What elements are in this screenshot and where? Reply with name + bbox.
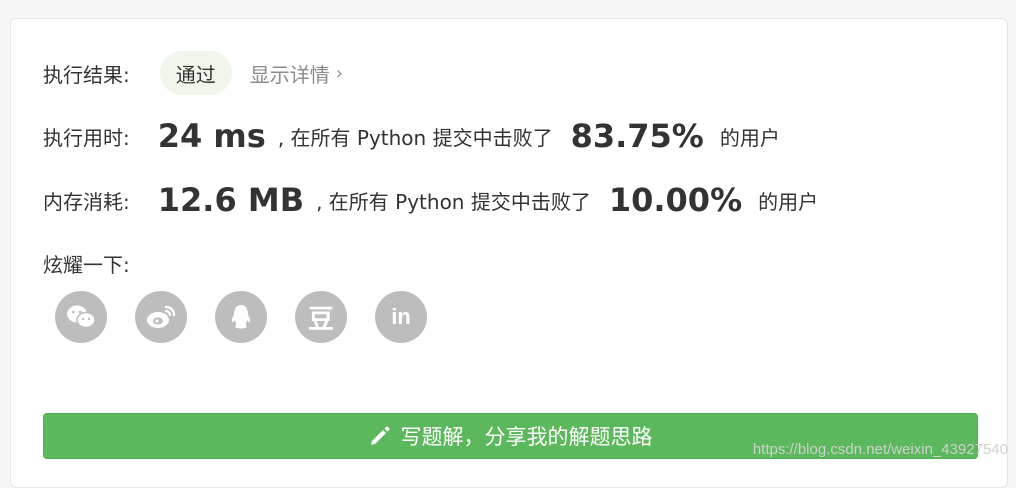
share-label: 炫耀一下: <box>43 253 130 277</box>
pencil-icon <box>370 426 389 445</box>
share-wechat-button[interactable] <box>55 291 107 343</box>
runtime-suffix: 的用户 <box>719 125 780 150</box>
share-qq-button[interactable] <box>215 291 267 343</box>
memory-suffix: 的用户 <box>758 189 819 214</box>
memory-value: 12.6 MB <box>157 181 305 219</box>
memory-row: 内存消耗: 12.6 MB , 在所有 Python 提交中击败了 10.00%… <box>43 181 818 219</box>
result-label: 执行结果: <box>43 62 130 87</box>
runtime-beat-text: , 在所有 Python 提交中击败了 <box>277 125 553 150</box>
share-label-row: 炫耀一下: <box>43 249 130 278</box>
show-details-label: 显示详情 <box>249 62 330 87</box>
runtime-percent: 83.75% <box>570 117 704 155</box>
write-solution-label: 写题解，分享我的解题思路 <box>400 425 653 449</box>
share-buttons: 豆 in <box>55 291 455 343</box>
show-details-link[interactable]: 显示详情 › <box>250 59 343 88</box>
chevron-right-icon: › <box>335 62 343 84</box>
weibo-icon <box>147 305 176 328</box>
douban-icon: 豆 <box>307 304 334 335</box>
runtime-value: 24 ms <box>157 117 266 155</box>
wechat-icon <box>67 305 96 329</box>
runtime-label: 执行用时: <box>43 125 130 150</box>
memory-label: 内存消耗: <box>43 189 130 214</box>
result-row: 执行结果: 通过 显示详情 › <box>43 51 343 95</box>
runtime-row: 执行用时: 24 ms , 在所有 Python 提交中击败了 83.75% 的… <box>43 117 780 155</box>
share-linkedin-button[interactable]: in <box>375 291 427 343</box>
submission-result-card: 执行结果: 通过 显示详情 › 执行用时: 24 ms , 在所有 Python… <box>10 18 1008 488</box>
share-weibo-button[interactable] <box>135 291 187 343</box>
share-douban-button[interactable]: 豆 <box>295 291 347 343</box>
status-badge: 通过 <box>159 51 232 95</box>
qq-icon <box>231 305 251 329</box>
watermark-text: https://blog.csdn.net/weixin_43927540 <box>752 441 1008 458</box>
linkedin-icon: in <box>391 304 411 329</box>
memory-beat-text: , 在所有 Python 提交中击败了 <box>316 189 591 214</box>
memory-percent: 10.00% <box>608 181 743 219</box>
